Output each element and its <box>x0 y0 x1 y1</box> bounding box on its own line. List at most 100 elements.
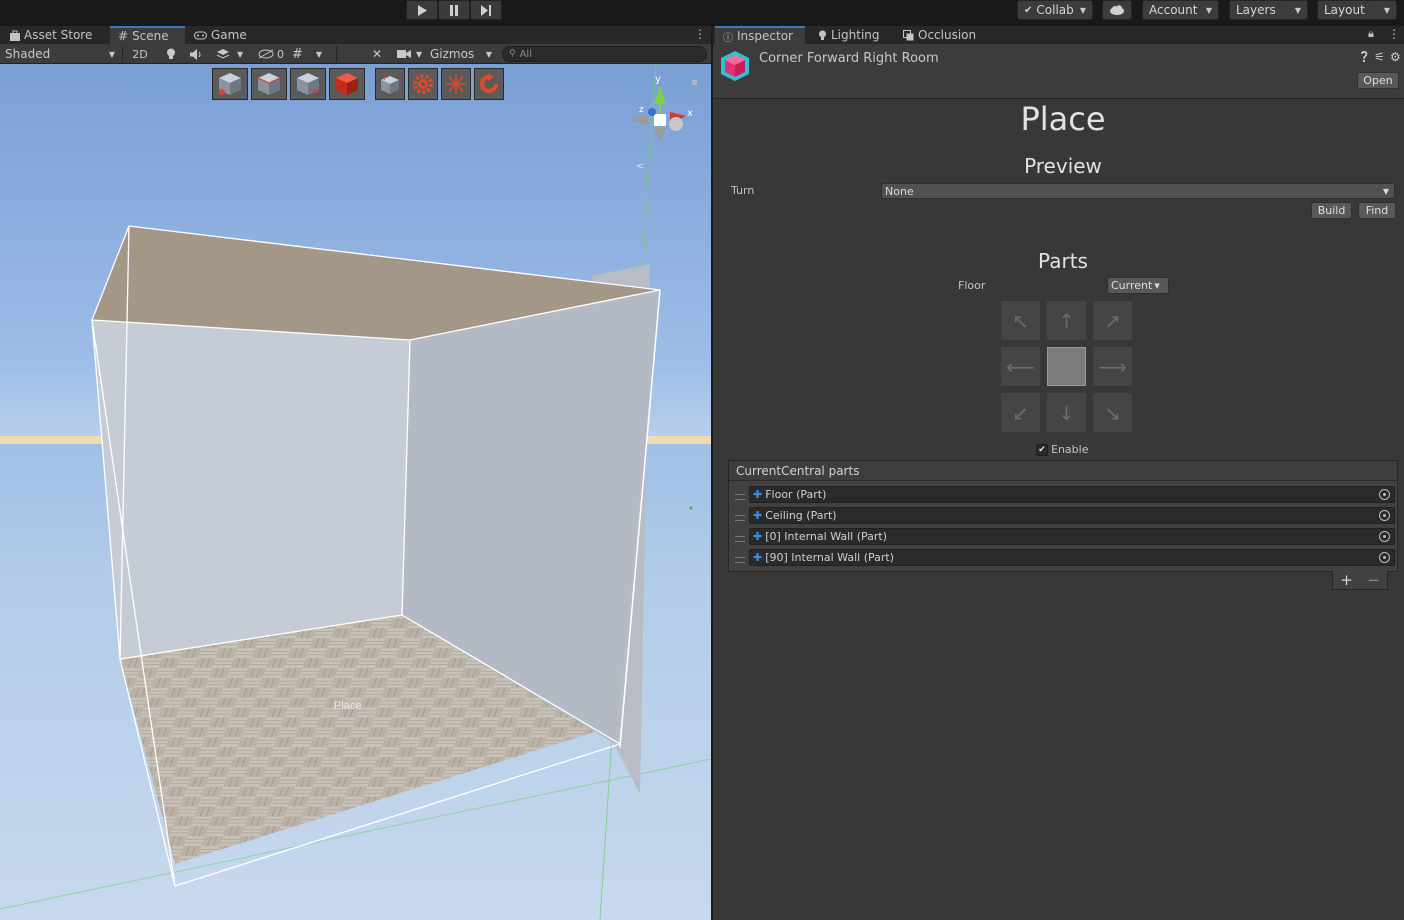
tab-label: Lighting <box>831 28 880 42</box>
cube-red-button[interactable] <box>329 68 365 100</box>
layout-dropdown[interactable]: Layout ▼ <box>1317 0 1397 20</box>
gear-icon[interactable]: ⚙ <box>1390 50 1401 64</box>
tab-scene[interactable]: # Scene <box>110 26 185 44</box>
chevron-down-icon: ▼ <box>315 49 323 59</box>
object-picker-icon[interactable] <box>1379 531 1390 542</box>
cube-outline-icon <box>257 73 281 95</box>
scene-visibility-toggle[interactable]: 0 <box>254 45 288 63</box>
shading-mode-dropdown[interactable]: Shaded ▼ <box>1 45 119 63</box>
refresh-icon <box>480 73 498 93</box>
account-label: Account <box>1149 3 1198 17</box>
refresh-button[interactable] <box>474 68 504 100</box>
pause-icon <box>450 4 458 16</box>
inspector-header: Corner Forward Right Room ❔ ⚟ ⚙ Open <box>713 44 1404 99</box>
play-button[interactable] <box>406 0 438 20</box>
tab-lighting[interactable]: Lighting <box>810 26 888 44</box>
collab-dropdown[interactable]: ✔ Collab ▼ <box>1017 0 1093 20</box>
arrow-down-left-icon: ↙ <box>1012 400 1029 425</box>
kebab-menu-icon[interactable]: ⋮ <box>694 27 706 41</box>
camera-dropdown[interactable]: ▼ <box>393 45 426 63</box>
grid-dropdown[interactable]: # ▼ <box>288 45 326 63</box>
drag-handle-icon[interactable] <box>735 515 745 521</box>
build-button[interactable]: Build <box>1311 202 1352 219</box>
pause-button[interactable] <box>438 0 470 20</box>
part-label: [90] Internal Wall (Part) <box>765 551 895 564</box>
2d-toggle[interactable]: 2D <box>128 45 152 63</box>
floor-value: Current <box>1111 279 1153 292</box>
part-label: Floor (Part) <box>765 488 827 501</box>
account-dropdown[interactable]: Account ▼ <box>1142 0 1219 20</box>
help-icon[interactable]: ❔ <box>1358 52 1370 63</box>
list-item[interactable]: ✚ Ceiling (Part) <box>749 507 1395 524</box>
turn-dropdown[interactable]: None ▼ <box>881 183 1395 199</box>
place-tool-button[interactable] <box>212 68 248 100</box>
tab-game[interactable]: Game <box>186 26 255 44</box>
remove-item-button[interactable]: − <box>1367 571 1380 589</box>
lighting-toggle[interactable] <box>162 45 180 63</box>
arrow-right-icon: ⟶ <box>1098 354 1127 379</box>
cube-gray-button[interactable] <box>290 68 326 100</box>
drag-handle-icon[interactable] <box>735 557 745 563</box>
drag-handle-icon[interactable] <box>735 494 745 500</box>
direction-w-button[interactable]: ⟵ <box>1001 347 1040 386</box>
tab-inspector[interactable]: ⓘ Inspector <box>715 26 805 44</box>
cube-outline-button[interactable] <box>251 68 287 100</box>
list-item[interactable]: ✚ Floor (Part) <box>749 486 1395 503</box>
scene-tab-bar: Asset Store # Scene Game ⋮ <box>0 26 711 44</box>
direction-s-button[interactable]: ↓ <box>1047 393 1086 432</box>
direction-sw-button[interactable]: ↙ <box>1001 393 1040 432</box>
cloud-button[interactable] <box>1102 0 1132 20</box>
object-picker-icon[interactable] <box>1379 552 1390 563</box>
cube-icon <box>297 73 319 95</box>
settings-button[interactable] <box>408 68 438 100</box>
add-cube-button[interactable]: + <box>375 68 405 100</box>
shopping-bag-icon <box>10 30 20 41</box>
sliders-icon[interactable]: ⚟ <box>1374 50 1385 64</box>
grid-icon: # <box>292 46 303 62</box>
kebab-menu-icon[interactable]: ⋮ <box>1388 27 1400 41</box>
part-puzzle-icon: ✚ <box>753 530 763 543</box>
object-picker-icon[interactable] <box>1379 510 1390 521</box>
star-burst-icon <box>446 74 466 94</box>
audio-toggle[interactable] <box>186 45 207 63</box>
part-label: [0] Internal Wall (Part) <box>765 530 888 543</box>
layers-dropdown[interactable]: Layers ▼ <box>1229 0 1308 20</box>
red-cube-icon <box>336 73 358 95</box>
direction-e-button[interactable]: ⟶ <box>1093 347 1132 386</box>
gizmos-dropdown[interactable]: Gizmos ▼ <box>426 45 496 63</box>
chevron-down-icon: ▼ <box>1154 281 1160 290</box>
lock-icon[interactable]: 🔒︎ <box>1368 27 1374 41</box>
step-button[interactable] <box>470 0 502 20</box>
step-icon <box>481 4 491 16</box>
enable-label: Enable <box>1051 443 1089 456</box>
direction-ne-button[interactable]: ↗ <box>1093 301 1132 340</box>
floor-dropdown[interactable]: Current ▼ <box>1107 277 1169 294</box>
cloud-icon <box>1110 5 1124 15</box>
shading-mode-label: Shaded <box>5 47 51 61</box>
direction-n-button[interactable]: ↑ <box>1047 301 1086 340</box>
direction-se-button[interactable]: ↘ <box>1093 393 1132 432</box>
tab-asset-store[interactable]: Asset Store <box>2 26 100 44</box>
arrow-left-icon: ⟵ <box>1006 354 1035 379</box>
persp-indicator: < <box>636 161 644 172</box>
add-item-button[interactable]: + <box>1340 571 1353 589</box>
object-picker-icon[interactable] <box>1379 489 1390 500</box>
scene-toolbar: Shaded ▼ 2D ▼ 0 # ▼ ✕ ▼ Gizmos ▼ ⚲ All <box>0 44 711 64</box>
list-item[interactable]: ✚ [90] Internal Wall (Part) <box>749 549 1395 566</box>
open-button[interactable]: Open <box>1357 72 1399 89</box>
part-puzzle-icon: ✚ <box>753 488 763 501</box>
direction-center-button[interactable] <box>1047 347 1086 386</box>
effects-dropdown[interactable]: ▼ <box>212 45 247 63</box>
enable-toggle[interactable]: ✔ Enable <box>1036 443 1088 456</box>
list-item[interactable]: ✚ [0] Internal Wall (Part) <box>749 528 1395 545</box>
pivot-button[interactable] <box>441 68 471 100</box>
chevron-down-icon: ▼ <box>1079 5 1086 15</box>
tools-button[interactable]: ✕ <box>368 45 386 63</box>
find-button[interactable]: Find <box>1358 202 1396 219</box>
direction-nw-button[interactable]: ↖ <box>1001 301 1040 340</box>
back-left-wall <box>92 320 410 659</box>
scene-search-input[interactable]: ⚲ All <box>502 46 707 62</box>
tab-occlusion[interactable]: Occlusion <box>895 26 984 44</box>
scene-viewport[interactable]: y x z < + Place <box>0 64 711 920</box>
drag-handle-icon[interactable] <box>735 536 745 542</box>
